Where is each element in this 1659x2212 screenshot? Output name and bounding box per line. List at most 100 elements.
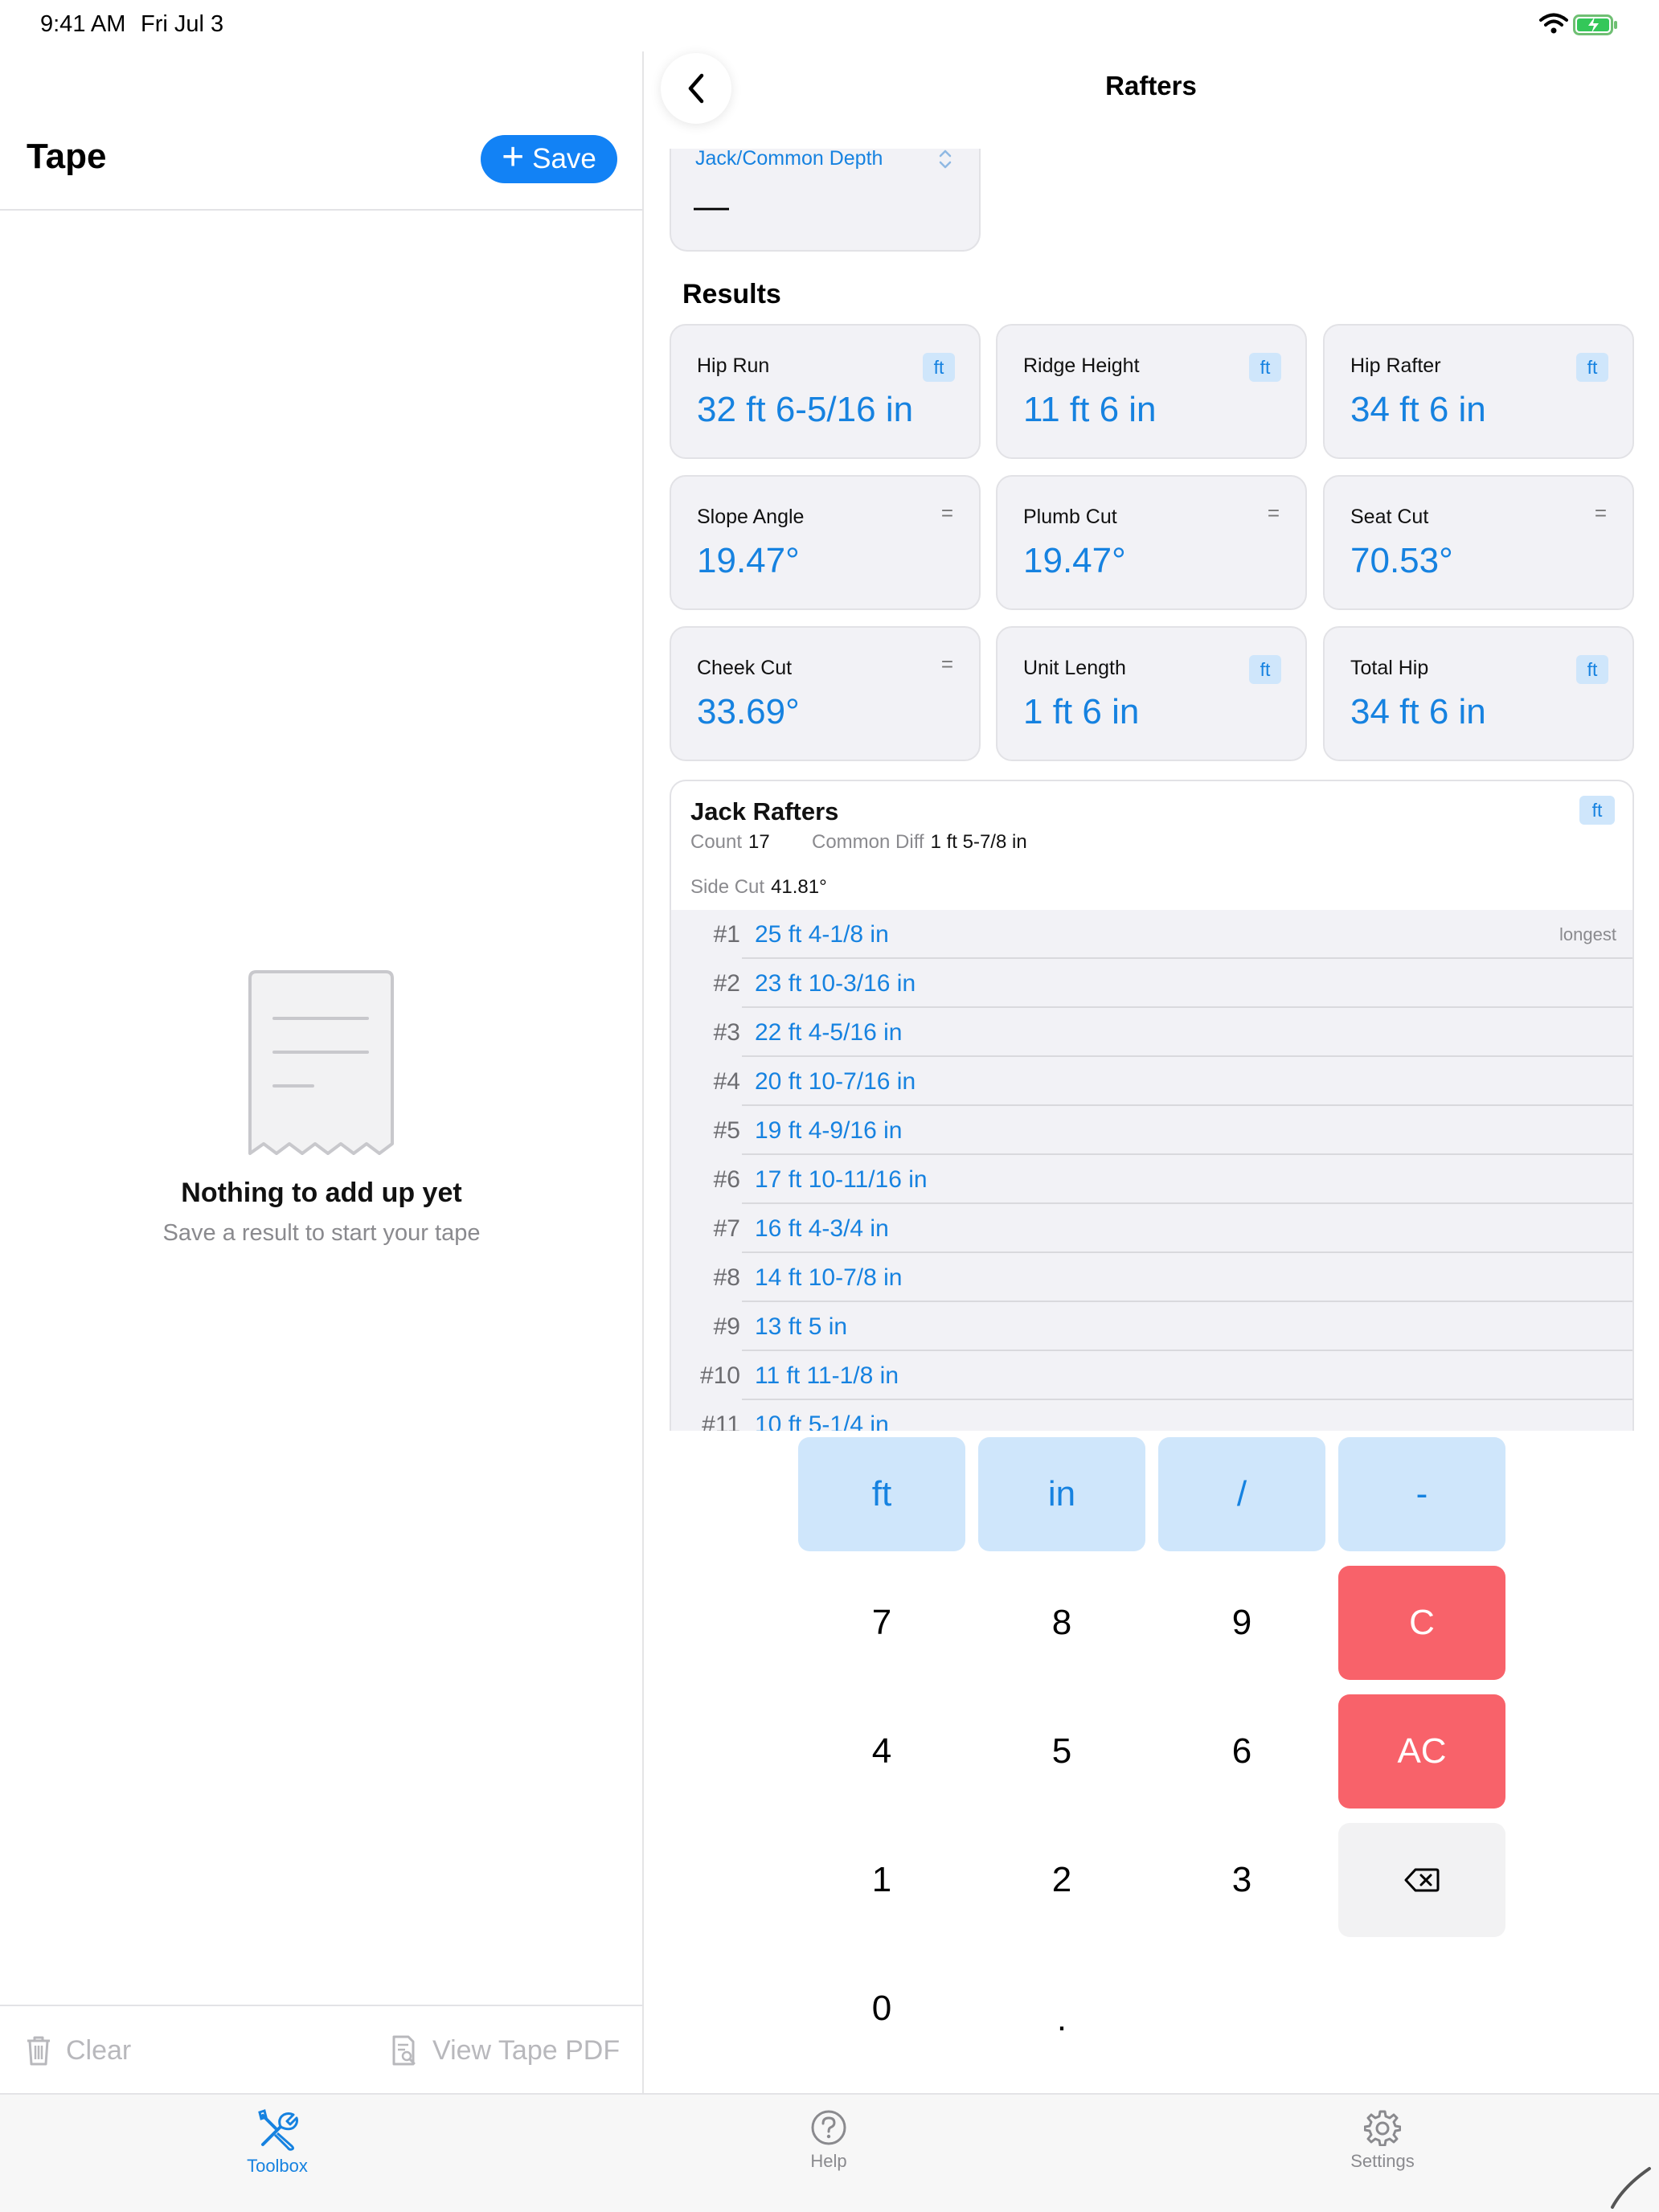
equals-badge: = <box>1267 501 1280 525</box>
result-value: 19.47° <box>697 541 800 580</box>
key-7[interactable]: 7 <box>798 1566 965 1680</box>
result-value: 34 ft 6 in <box>1350 692 1486 731</box>
jack-rafter-row: #10 11 ft 11-1/8 in <box>671 1351 1632 1400</box>
jack-rafter-row: #5 19 ft 4-9/16 in <box>671 1106 1632 1155</box>
empty-state-title: Nothing to add up yet <box>181 1178 462 1208</box>
view-tape-pdf-button[interactable]: View Tape PDF <box>391 2030 620 2071</box>
key-in[interactable]: in <box>978 1437 1145 1551</box>
jack-rafter-length: 20 ft 10-7/16 in <box>755 1068 916 1095</box>
jack-side-cut-label: Side Cut <box>690 876 765 898</box>
result-label: Ridge Height <box>1023 354 1140 377</box>
document-search-icon <box>392 2035 416 2066</box>
wifi-icon <box>1539 13 1568 34</box>
tab-toolbox[interactable]: Toolbox <box>197 2109 358 2177</box>
jack-rafter-number: #4 <box>713 1068 740 1095</box>
gear-icon <box>1364 2110 1401 2146</box>
unit-badge: ft <box>923 353 955 382</box>
jack-count-label: Count <box>690 831 743 853</box>
back-button[interactable] <box>661 53 731 124</box>
trash-icon <box>27 2036 50 2066</box>
tab-help-label: Help <box>810 2151 847 2171</box>
key-dash[interactable]: - <box>1338 1437 1505 1551</box>
jack-rafter-row: #7 16 ft 4-3/4 in <box>671 1204 1632 1253</box>
key-6[interactable]: 6 <box>1158 1694 1325 1809</box>
key-5[interactable]: 5 <box>978 1694 1145 1809</box>
result-card-slope-angle[interactable]: Slope Angle = 19.47° <box>670 475 981 610</box>
jack-side-cut: Side Cut 41.81° <box>690 876 827 899</box>
app-root: 9:41 AM Fri Jul 3 Tape + Save Nothing to… <box>0 0 1659 2212</box>
key-1[interactable]: 1 <box>798 1823 965 1937</box>
result-label: Plumb Cut <box>1023 506 1117 528</box>
result-card-plumb-cut[interactable]: Plumb Cut = 19.47° <box>996 475 1307 610</box>
jack-common-diff: Common Diff 1 ft 5-7/8 in <box>812 831 1027 854</box>
jack-count-value: 17 <box>748 831 770 853</box>
jack-rafters-title: Jack Rafters <box>690 797 839 825</box>
jack-rafter-row: #6 17 ft 10-11/16 in <box>671 1155 1632 1204</box>
result-value: 11 ft 6 in <box>1023 390 1157 429</box>
result-card-ridge-height[interactable]: Ridge Height ft 11 ft 6 in <box>996 324 1307 459</box>
chevron-left-icon <box>688 73 704 104</box>
pencil-stroke-icon <box>1611 2167 1651 2209</box>
key-decimal[interactable]: . <box>978 1952 1145 2066</box>
jack-rafter-length: 19 ft 4-9/16 in <box>755 1117 903 1144</box>
unit-badge: ft <box>1576 655 1608 684</box>
status-bar <box>0 0 1659 51</box>
result-value: 19.47° <box>1023 541 1126 580</box>
status-date: Fri Jul 3 <box>141 11 224 37</box>
result-card-total-hip[interactable]: Total Hip ft 34 ft 6 in <box>1323 626 1634 761</box>
battery-charging-icon <box>1573 14 1617 35</box>
result-card-hip-run[interactable]: Hip Run ft 32 ft 6-5/16 in <box>670 324 981 459</box>
jack-rafter-length: 14 ft 10-7/8 in <box>755 1264 903 1291</box>
unit-badge: ft <box>1576 353 1608 382</box>
result-card-cheek-cut[interactable]: Cheek Cut = 33.69° <box>670 626 981 761</box>
clear-button[interactable]: Clear <box>26 2030 131 2071</box>
jack-side-cut-value: 41.81° <box>771 876 827 898</box>
equals-badge: = <box>940 501 953 525</box>
jack-rafter-list[interactable]: #1 25 ft 4-1/8 in longest #2 23 ft 10-3/16 … <box>671 910 1632 1431</box>
result-value: 70.53° <box>1350 541 1453 580</box>
key-all-clear[interactable]: AC <box>1338 1694 1505 1809</box>
receipt-icon <box>248 970 394 1155</box>
tape-footer-divider <box>0 2005 643 2006</box>
key-9[interactable]: 9 <box>1158 1566 1325 1680</box>
plus-icon: + <box>502 136 525 178</box>
pane-divider <box>642 51 644 2093</box>
equals-badge: = <box>940 652 953 676</box>
result-card-unit-length[interactable]: Unit Length ft 1 ft 6 in <box>996 626 1307 761</box>
jack-rafter-length: 11 ft 11-1/8 in <box>755 1362 899 1389</box>
tab-toolbox-label: Toolbox <box>247 2156 308 2176</box>
tools-icon <box>258 2109 298 2151</box>
save-button[interactable]: + Save <box>481 135 617 183</box>
key-0[interactable]: 0 <box>798 1952 965 2066</box>
result-value: 1 ft 6 in <box>1023 692 1140 731</box>
unit-badge: ft <box>1249 353 1281 382</box>
result-label: Total Hip <box>1350 657 1429 679</box>
jack-rafter-row: #8 14 ft 10-7/8 in <box>671 1253 1632 1302</box>
key-3[interactable]: 3 <box>1158 1823 1325 1937</box>
key-backspace[interactable] <box>1338 1823 1505 1937</box>
jack-rafter-row: #1 25 ft 4-1/8 in longest <box>671 910 1632 959</box>
jack-rafter-number: #11 <box>702 1411 740 1431</box>
save-button-label: Save <box>532 143 596 174</box>
key-4[interactable]: 4 <box>798 1694 965 1809</box>
jack-common-diff-value: 1 ft 5-7/8 in <box>930 831 1027 853</box>
key-slash[interactable]: / <box>1158 1437 1325 1551</box>
result-card-hip-rafter[interactable]: Hip Rafter ft 34 ft 6 in <box>1323 324 1634 459</box>
tab-help[interactable]: Help <box>748 2109 909 2172</box>
key-clear[interactable]: C <box>1338 1566 1505 1680</box>
key-2[interactable]: 2 <box>978 1823 1145 1937</box>
jack-rafter-number: #7 <box>713 1215 740 1242</box>
unit-badge[interactable]: ft <box>1579 796 1615 825</box>
jack-rafter-number: #9 <box>713 1313 740 1340</box>
result-card-seat-cut[interactable]: Seat Cut = 70.53° <box>1323 475 1634 610</box>
tape-title: Tape <box>27 137 107 176</box>
longest-tag: longest <box>1559 924 1616 944</box>
jack-rafter-row: #4 20 ft 10-7/16 in <box>671 1057 1632 1106</box>
depth-picker-label: Jack/Common Depth <box>695 147 883 170</box>
tab-settings[interactable]: Settings <box>1302 2109 1463 2172</box>
key-ft[interactable]: ft <box>798 1437 965 1551</box>
jack-rafter-row: #9 13 ft 5 in <box>671 1302 1632 1351</box>
key-8[interactable]: 8 <box>978 1566 1145 1680</box>
tape-header-divider <box>0 209 643 211</box>
result-label: Hip Run <box>697 354 770 377</box>
